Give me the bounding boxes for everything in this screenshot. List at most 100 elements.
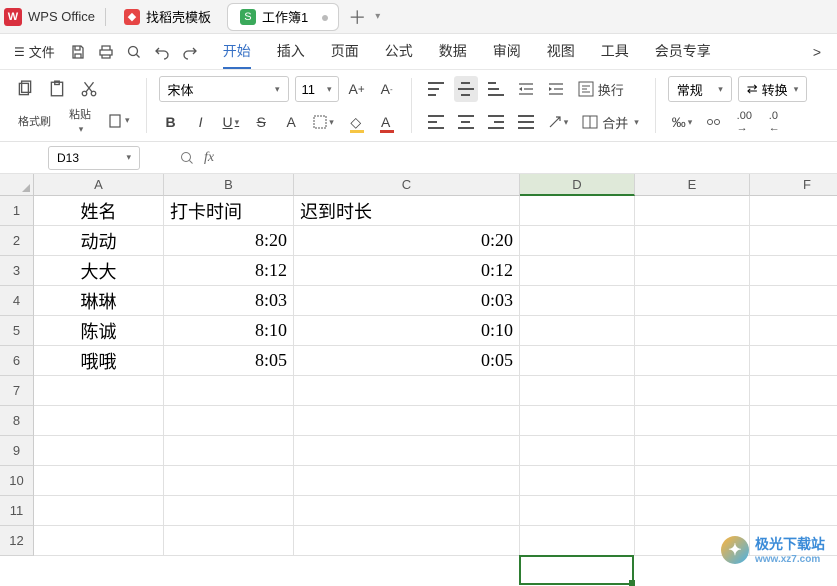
cell[interactable] [635, 316, 750, 346]
cell[interactable] [520, 496, 635, 526]
cell[interactable] [750, 286, 837, 316]
cell[interactable] [750, 316, 837, 346]
cell[interactable] [34, 466, 164, 496]
cell[interactable] [520, 196, 635, 226]
cell[interactable] [635, 436, 750, 466]
tab-start[interactable]: 开始 [223, 35, 251, 69]
align-left-button[interactable] [424, 109, 448, 135]
cell[interactable] [294, 466, 520, 496]
increase-font-button[interactable]: A+ [345, 76, 369, 102]
paste-button[interactable]: 粘贴 [63, 102, 97, 139]
print-button[interactable] [97, 43, 115, 61]
row-header[interactable]: 2 [0, 226, 34, 256]
cell[interactable] [750, 346, 837, 376]
italic-button[interactable]: I [189, 109, 213, 135]
cell[interactable]: 打卡时间 [164, 196, 294, 226]
cell[interactable] [635, 406, 750, 436]
cell[interactable]: 8:20 [164, 226, 294, 256]
cell[interactable]: 0:03 [294, 286, 520, 316]
cell[interactable]: 8:10 [164, 316, 294, 346]
align-right-button[interactable] [484, 109, 508, 135]
cell[interactable] [164, 406, 294, 436]
cell[interactable] [164, 436, 294, 466]
cell[interactable]: 陈诚 [34, 316, 164, 346]
tab-insert[interactable]: 插入 [277, 35, 305, 69]
wrap-text-button[interactable]: 换行 [574, 76, 628, 102]
cell[interactable] [750, 196, 837, 226]
cell[interactable] [520, 316, 635, 346]
cell[interactable]: 0:12 [294, 256, 520, 286]
orientation-button[interactable] [544, 109, 573, 135]
cell[interactable] [34, 376, 164, 406]
column-header[interactable]: B [164, 174, 294, 196]
cell[interactable] [34, 496, 164, 526]
tab-view[interactable]: 视图 [547, 35, 575, 69]
cell[interactable] [520, 346, 635, 376]
cell[interactable]: 姓名 [34, 196, 164, 226]
select-all-corner[interactable] [0, 174, 34, 196]
column-header[interactable]: F [750, 174, 837, 196]
cell[interactable] [635, 376, 750, 406]
font-color-button[interactable]: A [374, 109, 398, 135]
cell[interactable] [164, 496, 294, 526]
clipboard-dropdown[interactable] [103, 108, 134, 134]
column-header[interactable]: C [294, 174, 520, 196]
cell[interactable] [520, 526, 635, 556]
align-top-button[interactable] [424, 76, 448, 102]
row-header[interactable]: 5 [0, 316, 34, 346]
cell[interactable] [164, 526, 294, 556]
font-name-select[interactable]: 宋体▾ [159, 76, 289, 102]
increase-indent-button[interactable] [544, 76, 568, 102]
decrease-decimal-button[interactable]: .0← [762, 109, 786, 135]
cell[interactable]: 0:10 [294, 316, 520, 346]
column-header[interactable]: E [635, 174, 750, 196]
row-header[interactable]: 6 [0, 346, 34, 376]
row-header[interactable]: 11 [0, 496, 34, 526]
underline-button[interactable]: U [219, 109, 244, 135]
cell[interactable] [635, 286, 750, 316]
undo-button[interactable] [153, 43, 171, 61]
cell[interactable] [635, 196, 750, 226]
row-header[interactable]: 3 [0, 256, 34, 286]
cut-button[interactable] [76, 76, 102, 102]
format-painter-button[interactable]: 格式刷 [12, 109, 57, 133]
cell[interactable] [520, 466, 635, 496]
tab-templates[interactable]: ◆ 找稻壳模板 [112, 3, 223, 31]
text-effects-button[interactable]: A [279, 109, 303, 135]
row-header[interactable]: 9 [0, 436, 34, 466]
cell[interactable] [750, 406, 837, 436]
cell[interactable] [635, 496, 750, 526]
cell[interactable] [635, 346, 750, 376]
redo-button[interactable] [181, 43, 199, 61]
save-button[interactable] [69, 43, 87, 61]
cell[interactable] [294, 496, 520, 526]
percent-style-button[interactable]: ‰ [668, 109, 697, 135]
cell[interactable]: 8:03 [164, 286, 294, 316]
cell[interactable]: 大大 [34, 256, 164, 286]
cell[interactable]: 哦哦 [34, 346, 164, 376]
cell[interactable] [750, 376, 837, 406]
bold-button[interactable]: B [159, 109, 183, 135]
cell[interactable]: 0:05 [294, 346, 520, 376]
more-menu[interactable]: > [805, 39, 829, 65]
tab-tools[interactable]: 工具 [601, 35, 629, 69]
tab-member[interactable]: 会员专享 [655, 35, 711, 69]
cell[interactable] [750, 496, 837, 526]
row-header[interactable]: 4 [0, 286, 34, 316]
cell[interactable]: 迟到时长 [294, 196, 520, 226]
justify-button[interactable] [514, 109, 538, 135]
tab-list-caret[interactable]: ▾ [375, 11, 380, 22]
cell[interactable] [635, 256, 750, 286]
convert-button[interactable]: ⇄转换 [738, 76, 807, 102]
cell[interactable] [520, 406, 635, 436]
number-format-select[interactable]: 常规▾ [668, 76, 732, 102]
cell[interactable] [294, 526, 520, 556]
increase-decimal-button[interactable]: .00→ [732, 109, 756, 135]
cell[interactable]: 琳琳 [34, 286, 164, 316]
align-middle-button[interactable] [454, 76, 478, 102]
cancel-icon[interactable] [180, 151, 194, 165]
font-size-select[interactable]: 11▾ [295, 76, 339, 102]
row-header[interactable]: 12 [0, 526, 34, 556]
decrease-font-button[interactable]: A- [375, 76, 399, 102]
comma-style-button[interactable] [702, 109, 726, 135]
